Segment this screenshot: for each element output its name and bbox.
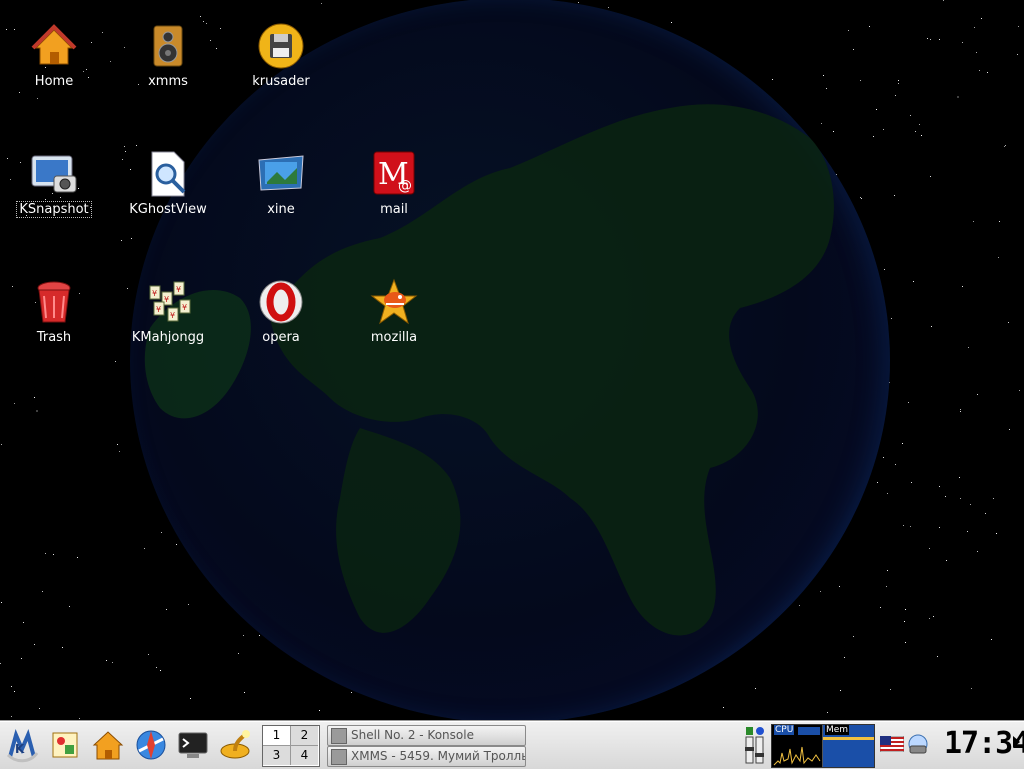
pager-label: 2 <box>300 728 309 742</box>
pager-label: 3 <box>272 748 281 762</box>
panel-hide-arrow-icon[interactable] <box>1013 736 1020 748</box>
svg-text:¥: ¥ <box>164 295 169 304</box>
desktop-icon-kghostview[interactable]: KGhostView <box>120 150 216 217</box>
network-globe-icon[interactable] <box>906 732 930 756</box>
home-folder-icon[interactable] <box>90 727 126 763</box>
desktop-icon[interactable] <box>47 727 83 763</box>
svg-text:¥: ¥ <box>176 285 181 294</box>
svg-text:K: K <box>15 742 25 756</box>
svg-text:¥: ¥ <box>182 303 187 312</box>
volume-mixer-icon[interactable] <box>742 725 768 765</box>
desktop-icon-opera[interactable]: opera <box>233 278 329 345</box>
desktop[interactable]: Home xmms krusader KSnapshot KGhostView … <box>0 0 1024 721</box>
pager-desktop-4[interactable]: 4 <box>291 746 318 765</box>
desktop-icon-label: KGhostView <box>129 202 207 217</box>
desktop-icon-label: mozilla <box>370 330 418 345</box>
terminal-monitor-icon[interactable] <box>175 727 211 763</box>
mem-bar <box>823 737 874 740</box>
document-magnifier-icon <box>144 150 192 198</box>
desktop-icon-xmms[interactable]: xmms <box>120 22 216 89</box>
desktop-icon-home[interactable]: Home <box>6 22 102 89</box>
pager-desktop-2[interactable]: 2 <box>291 726 318 746</box>
svg-text:@: @ <box>398 178 412 194</box>
pager-label: 4 <box>300 748 309 762</box>
desktop-icon-krusader[interactable]: krusader <box>233 22 329 89</box>
screenshot-camera-icon <box>30 150 78 198</box>
system-monitor[interactable]: CPU Mem <box>771 724 875 768</box>
desktop-icon-label: xine <box>267 202 295 217</box>
mozilla-lizard-icon <box>370 278 418 326</box>
konsole-icon <box>331 728 347 744</box>
home-folder-icon <box>30 22 78 70</box>
desktop-icon-label: KMahjongg <box>131 330 205 345</box>
pager-desktop-3[interactable]: 3 <box>263 746 291 765</box>
svg-text:¥: ¥ <box>156 305 161 314</box>
xmms-icon <box>331 749 347 765</box>
desktop-icon-mozilla[interactable]: mozilla <box>346 278 442 345</box>
kde-menu-icon[interactable]: K <box>4 727 40 763</box>
video-monitor-icon <box>257 150 305 198</box>
svg-text:¥: ¥ <box>170 311 175 320</box>
taskbar-panel: K 1 2 3 4 Shell No. 2 - Konsole XMMS - 5… <box>0 721 1024 769</box>
lamp-icon[interactable] <box>217 727 253 763</box>
pager-desktop-1[interactable]: 1 <box>263 726 291 746</box>
floppy-disk-icon <box>257 22 305 70</box>
task-label: Shell No. 2 - Konsole <box>351 728 474 742</box>
desktop-icon-label: Trash <box>36 330 72 345</box>
clock-display[interactable]: 17:34 <box>944 727 1024 765</box>
pager-label: 1 <box>272 728 281 742</box>
konqueror-browser-icon[interactable] <box>133 727 169 763</box>
desktop-icon-label: krusader <box>252 74 310 89</box>
trash-can-icon <box>30 278 78 326</box>
taskbar-button-xmms[interactable]: XMMS - 5459. Мумий Тролль - <box>327 746 526 767</box>
desktop-icon-label: xmms <box>148 74 188 89</box>
desktop-icon-trash[interactable]: Trash <box>6 278 102 345</box>
desktop-icon-label: KSnapshot <box>16 201 92 218</box>
us-flag-keyboard-icon[interactable] <box>879 735 905 753</box>
task-label: XMMS - 5459. Мумий Тролль - <box>351 749 526 763</box>
desktop-icon-label: Home <box>34 74 74 89</box>
svg-text:¥: ¥ <box>152 289 157 298</box>
desktop-icon-kmahjongg[interactable]: ¥ ¥ ¥ ¥ ¥ ¥ KMahjongg <box>120 278 216 345</box>
desktop-pager: 1 2 3 4 <box>262 725 320 767</box>
mahjongg-tiles-icon: ¥ ¥ ¥ ¥ ¥ ¥ <box>144 278 192 326</box>
taskbar-button-konsole[interactable]: Shell No. 2 - Konsole <box>327 725 526 746</box>
desktop-icon-ksnapshot[interactable]: KSnapshot <box>6 150 102 218</box>
mem-label: Mem <box>825 725 850 735</box>
desktop-icon-label: opera <box>262 330 300 345</box>
continents-overlay <box>144 104 834 636</box>
desktop-icon-mail[interactable]: M @ mail <box>346 150 442 217</box>
opera-icon <box>257 278 305 326</box>
clock-time: 17:34 <box>944 726 1024 761</box>
cpu-graph: CPU <box>772 725 823 767</box>
desktop-icon-label: mail <box>380 202 408 217</box>
desktop-icon-xine[interactable]: xine <box>233 150 329 217</box>
speaker-icon <box>144 22 192 70</box>
mail-icon: M @ <box>370 150 418 198</box>
